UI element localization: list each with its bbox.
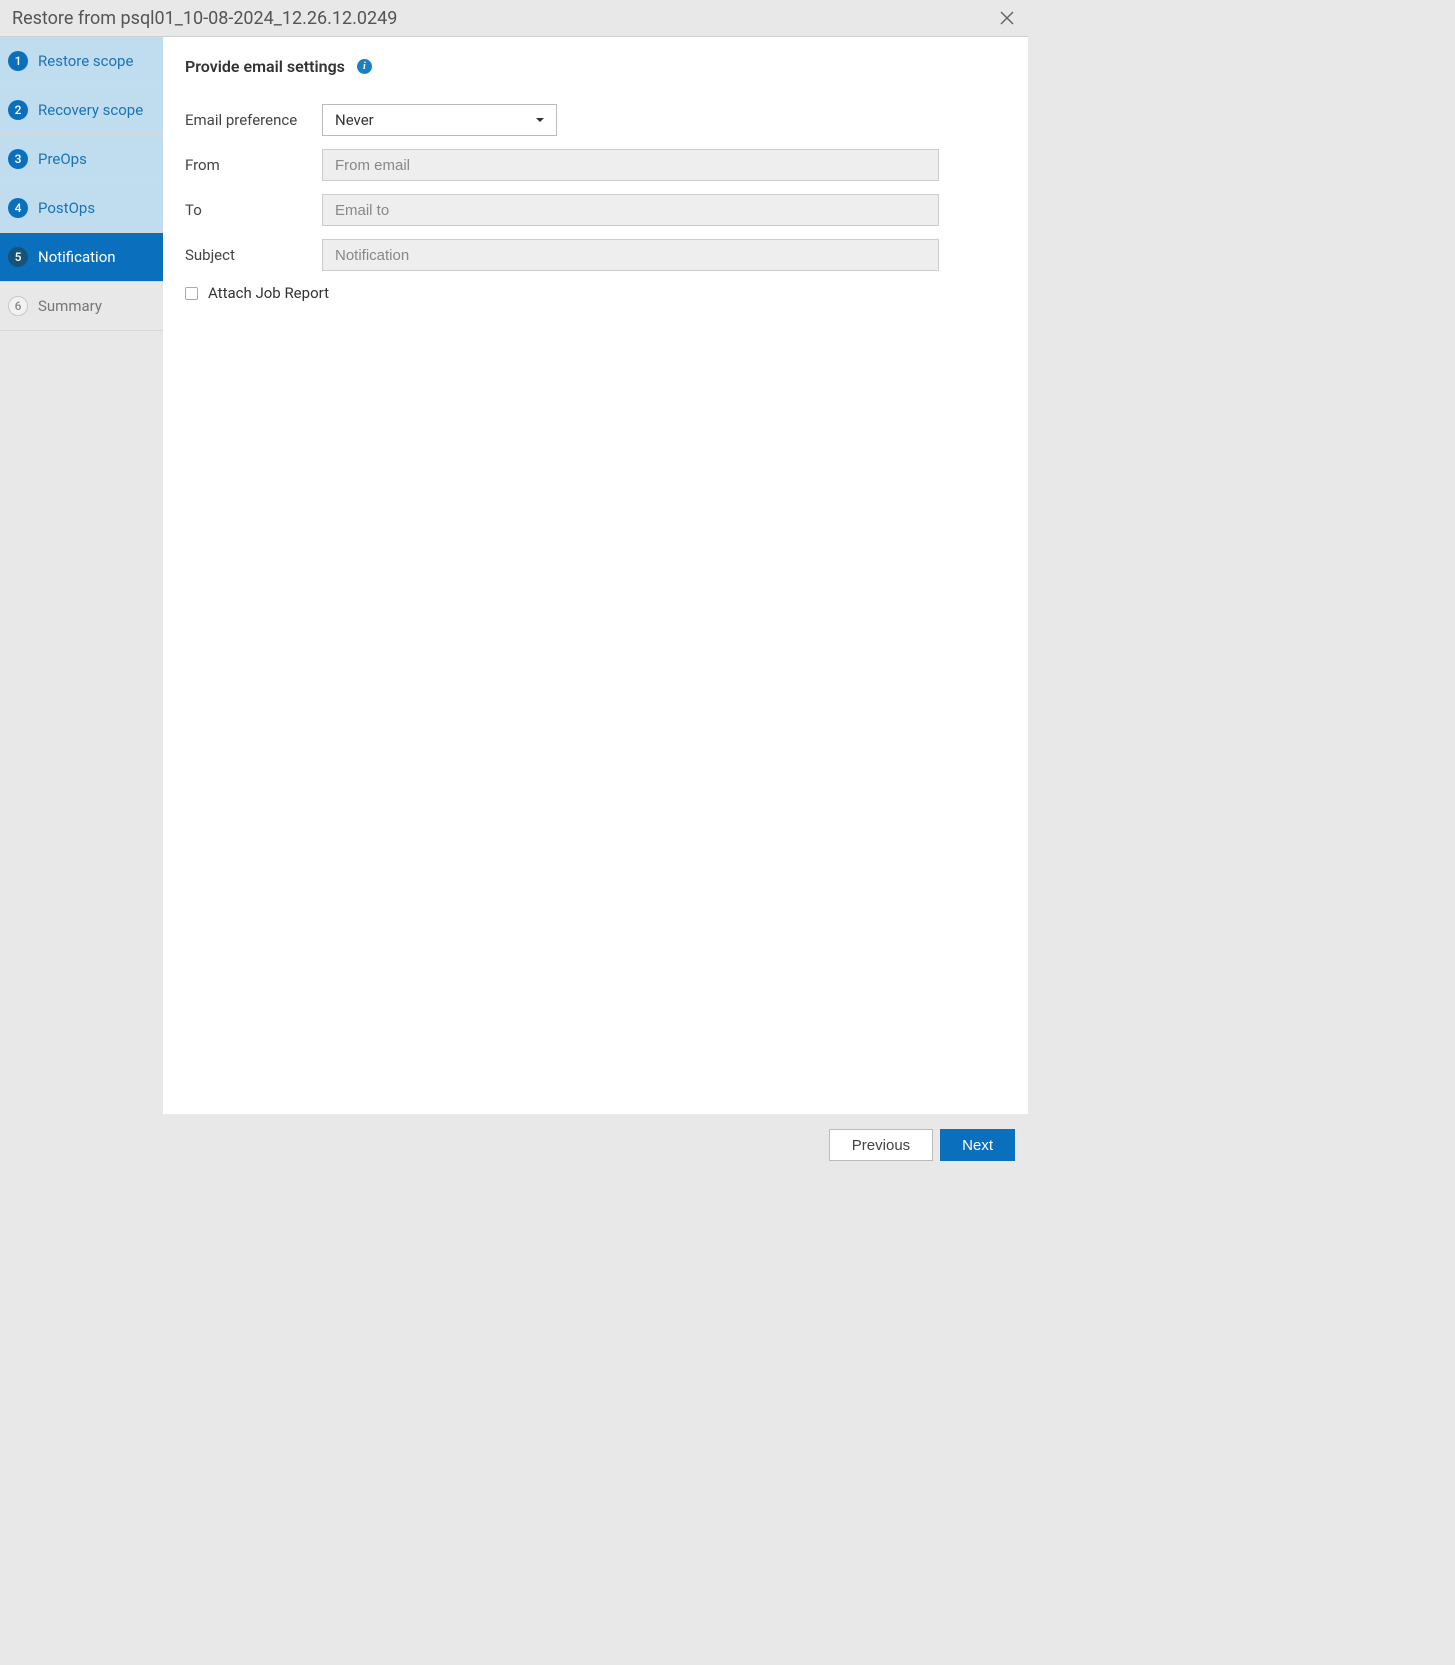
from-label: From — [185, 156, 322, 174]
sidebar-step-summary[interactable]: 6 Summary — [0, 282, 163, 331]
to-label: To — [185, 201, 322, 219]
dialog-title: Restore from psql01_10-08-2024_12.26.12.… — [12, 8, 397, 29]
email-preference-row: Email preference Never — [185, 104, 1006, 136]
sidebar-step-recovery-scope[interactable]: 2 Recovery scope — [0, 86, 163, 135]
attach-job-label: Attach Job Report — [208, 284, 329, 302]
attach-job-row: Attach Job Report — [185, 284, 1006, 302]
dialog-header: Restore from psql01_10-08-2024_12.26.12.… — [0, 0, 1028, 37]
sidebar-step-postops[interactable]: 4 PostOps — [0, 184, 163, 233]
step-label: Restore scope — [38, 52, 133, 70]
restore-dialog: Restore from psql01_10-08-2024_12.26.12.… — [0, 0, 1028, 1176]
previous-button[interactable]: Previous — [829, 1129, 933, 1161]
content-header: Provide email settings i — [185, 57, 1006, 76]
dialog-footer: Previous Next — [0, 1114, 1028, 1176]
from-input[interactable] — [322, 149, 939, 181]
step-number-icon: 3 — [8, 149, 28, 169]
subject-input[interactable] — [322, 239, 939, 271]
step-number-icon: 5 — [8, 247, 28, 267]
step-label: Recovery scope — [38, 101, 143, 119]
sidebar-step-restore-scope[interactable]: 1 Restore scope — [0, 37, 163, 86]
step-label: Summary — [38, 297, 102, 315]
main-content: Provide email settings i Email preferenc… — [163, 37, 1028, 1114]
subject-row: Subject — [185, 239, 1006, 271]
attach-job-checkbox[interactable] — [185, 287, 198, 300]
step-number-icon: 2 — [8, 100, 28, 120]
step-number-icon: 1 — [8, 51, 28, 71]
chevron-down-icon — [536, 118, 544, 122]
from-row: From — [185, 149, 1006, 181]
step-label: Notification — [38, 248, 116, 266]
email-preference-label: Email preference — [185, 111, 322, 129]
step-number-icon: 6 — [8, 296, 28, 316]
next-button[interactable]: Next — [940, 1129, 1015, 1161]
subject-label: Subject — [185, 246, 322, 264]
to-input[interactable] — [322, 194, 939, 226]
to-row: To — [185, 194, 1006, 226]
email-preference-select[interactable]: Never — [322, 104, 557, 136]
close-icon[interactable] — [998, 9, 1016, 27]
dialog-body: 1 Restore scope 2 Recovery scope 3 PreOp… — [0, 37, 1028, 1114]
step-label: PreOps — [38, 150, 87, 168]
sidebar-step-notification[interactable]: 5 Notification — [0, 233, 163, 282]
step-label: PostOps — [38, 199, 95, 217]
content-title: Provide email settings — [185, 57, 345, 76]
step-number-icon: 4 — [8, 198, 28, 218]
select-value: Never — [335, 111, 374, 129]
sidebar-step-preops[interactable]: 3 PreOps — [0, 135, 163, 184]
info-icon[interactable]: i — [357, 59, 372, 74]
wizard-sidebar: 1 Restore scope 2 Recovery scope 3 PreOp… — [0, 37, 163, 1114]
